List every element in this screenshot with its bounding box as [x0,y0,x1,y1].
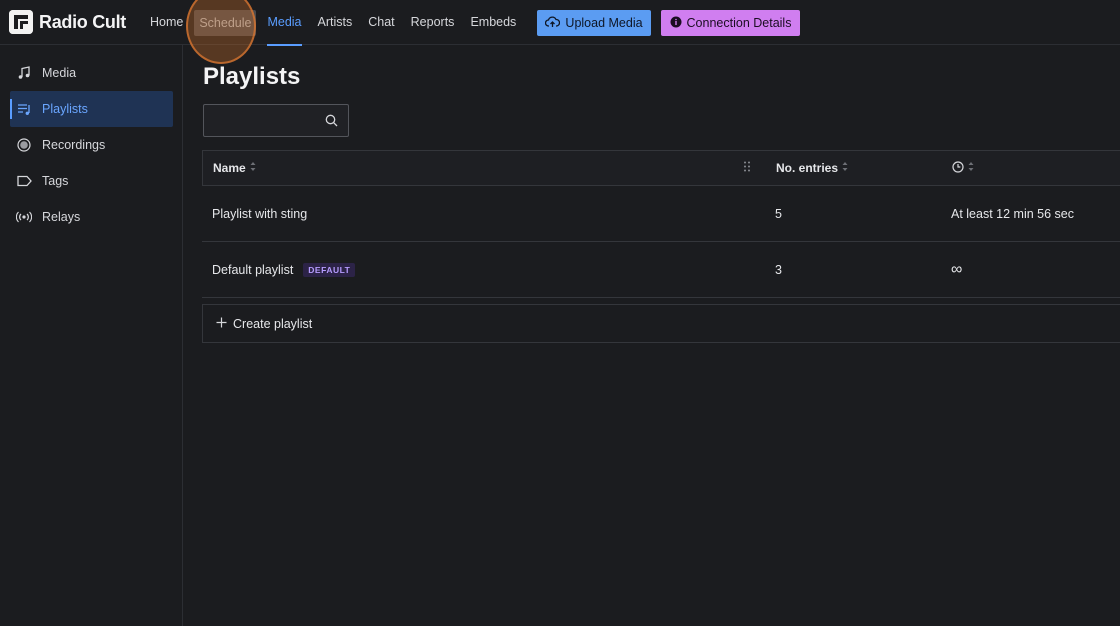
column-resize-handle[interactable] [743,151,751,185]
table-row[interactable]: Playlist with sting 5 At least 12 min 56… [202,186,1120,242]
playlist-icon [16,101,32,117]
column-header-label: Name [213,161,246,175]
column-header-name[interactable]: Name [213,151,256,185]
top-navbar: Radio Cult Home Schedule Media Artists C… [0,0,1120,64]
sidebar-item-relays[interactable]: Relays [10,199,173,235]
entries-count: 3 [775,263,782,277]
sort-icon[interactable] [250,161,256,175]
playlist-duration: ∞ [951,261,963,278]
sort-icon[interactable] [842,161,848,175]
tag-icon [16,173,32,189]
search-input[interactable] [204,105,320,136]
nav-home[interactable]: Home [150,0,183,45]
record-icon [16,137,32,153]
nav-embeds[interactable]: Embeds [470,0,516,45]
sidebar-item-tags[interactable]: Tags [10,163,173,199]
playlist-name-cell: Default playlist DEFAULT [212,242,356,298]
sort-icon[interactable] [968,161,974,175]
radio-cult-logo-icon [9,10,33,34]
sidebar: Media Playlists Recordings Tags Relays [0,45,183,626]
search-icon[interactable] [325,114,338,132]
page-title: Playlists [203,63,301,90]
sidebar-item-label: Playlists [42,102,88,116]
create-playlist-label: Create playlist [233,316,313,331]
sidebar-item-recordings[interactable]: Recordings [10,127,173,163]
clock-icon [952,160,964,176]
broadcast-icon [16,209,32,225]
connection-details-button[interactable]: Connection Details [661,10,800,36]
table-header: Name No. entries [202,150,1120,186]
app-logo[interactable]: Radio Cult [9,10,126,34]
app-name: Radio Cult [39,11,126,32]
create-playlist-button[interactable]: Create playlist [202,304,1120,343]
sidebar-item-label: Relays [42,210,81,224]
playlist-name[interactable]: Default playlist [212,263,293,277]
column-header-duration[interactable] [952,151,974,185]
nav-media[interactable]: Media [267,0,302,46]
nav-reports[interactable]: Reports [411,0,455,45]
plus-icon [216,317,233,331]
upload-media-button[interactable]: Upload Media [537,10,651,36]
search-box [203,104,349,137]
main-nav: Home Schedule Media Artists Chat Reports… [150,0,532,46]
upload-media-label: Upload Media [565,16,643,30]
sidebar-item-label: Recordings [42,138,106,152]
column-header-label: No. entries [776,161,839,175]
sidebar-item-playlists[interactable]: Playlists [10,91,173,127]
sidebar-item-media[interactable]: Media [10,55,173,91]
nav-schedule[interactable]: Schedule [194,10,257,36]
music-note-icon [16,65,32,81]
connection-details-label: Connection Details [686,16,792,30]
playlist-name[interactable]: Playlist with sting [212,186,307,242]
sidebar-item-label: Tags [42,174,69,188]
playlist-duration: At least 12 min 56 sec [951,207,1074,221]
table-row[interactable]: Default playlist DEFAULT 3 ∞ [202,242,1120,298]
entries-count: 5 [775,207,782,221]
playlists-table: Name No. entries Playlist with sting 5 A… [202,150,1120,298]
default-badge: DEFAULT [303,263,356,277]
cloud-upload-icon [545,15,565,31]
drag-handle-icon [743,161,751,175]
nav-chat[interactable]: Chat [368,0,394,45]
column-header-entries[interactable]: No. entries [776,151,848,185]
sidebar-item-label: Media [42,66,77,80]
info-icon [670,16,687,31]
nav-artists[interactable]: Artists [318,0,353,45]
